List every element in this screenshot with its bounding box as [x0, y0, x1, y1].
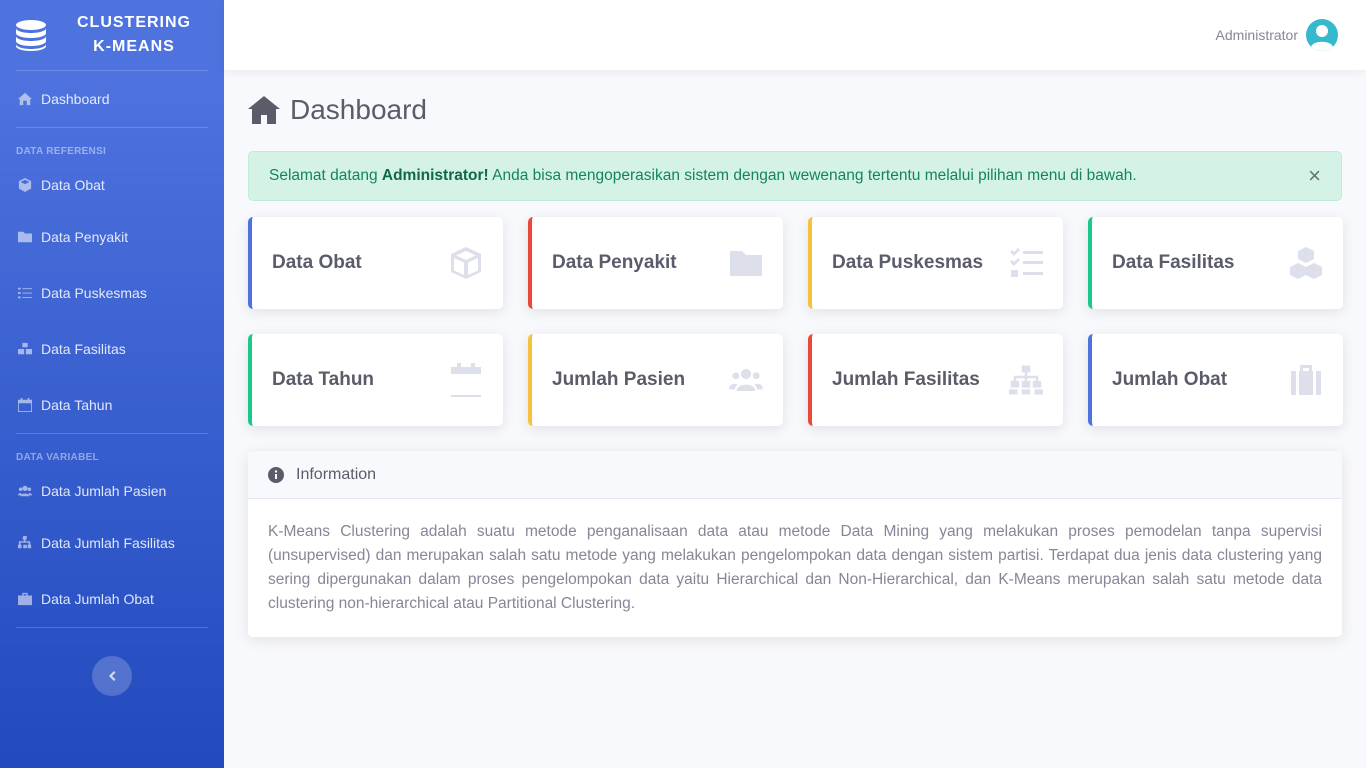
sidebar-item-label: Dashboard	[41, 91, 110, 107]
sidebar-divider	[16, 127, 208, 128]
sidebar-item-data-tahun[interactable]: Data Tahun	[0, 377, 224, 433]
sidebar-divider	[16, 627, 208, 628]
page-title-text: Dashboard	[290, 94, 427, 125]
card-label: Data Obat	[272, 252, 362, 273]
information-body: K-Means Clustering adalah suatu metode p…	[268, 523, 1322, 612]
card-data-tahun[interactable]: Data Tahun	[248, 334, 503, 426]
sidebar-item-label: Data Jumlah Pasien	[41, 483, 167, 499]
sidebar-heading-variabel: DATA VARIABEL	[16, 452, 99, 463]
card-data-fasilitas[interactable]: Data Fasilitas	[1088, 217, 1343, 309]
sidebar-item-label: Data Fasilitas	[41, 341, 126, 357]
card-jumlah-pasien[interactable]: Jumlah Pasien	[528, 334, 783, 426]
card-label: Data Penyakit	[552, 252, 677, 273]
sidebar-item-label: Data Penyakit	[41, 229, 129, 245]
briefcase-icon	[1289, 363, 1323, 397]
cubes-icon	[16, 341, 33, 358]
sidebar-item-label: Data Tahun	[41, 397, 113, 413]
home-icon	[16, 91, 33, 108]
welcome-alert: Selamat datang Administrator! Anda bisa …	[248, 151, 1342, 201]
users-icon	[16, 483, 33, 500]
topbar: Administrator	[224, 0, 1366, 70]
sidebar-item-data-jumlah-fasilitas[interactable]: Data Jumlah Fasilitas	[0, 515, 224, 571]
calendar-icon	[449, 363, 483, 397]
folder-icon	[16, 229, 33, 246]
sitemap-icon	[16, 535, 33, 552]
page-title: Dashboard	[248, 70, 1342, 150]
tasks-icon	[1009, 246, 1043, 280]
brand[interactable]: CLUSTERING K-MEANS	[0, 0, 224, 70]
card-data-obat[interactable]: Data Obat	[248, 217, 503, 309]
sidebar-item-dashboard[interactable]: Dashboard	[0, 71, 224, 127]
card-data-penyakit[interactable]: Data Penyakit	[528, 217, 783, 309]
avatar[interactable]	[1306, 19, 1338, 51]
card-jumlah-fasilitas[interactable]: Jumlah Fasilitas	[808, 334, 1063, 426]
user-icon	[1311, 25, 1333, 51]
sidebar-item-data-fasilitas[interactable]: Data Fasilitas	[0, 321, 224, 377]
sitemap-icon	[1009, 363, 1043, 397]
information-title: Information	[296, 465, 377, 483]
database-icon	[16, 20, 46, 51]
card-label: Data Fasilitas	[1112, 252, 1235, 273]
sidebar-item-data-jumlah-obat[interactable]: Data Jumlah Obat	[0, 571, 224, 627]
card-label: Data Tahun	[272, 369, 375, 390]
sidebar-toggle-button[interactable]	[92, 656, 132, 696]
sidebar-item-data-obat[interactable]: Data Obat	[0, 161, 224, 209]
card-data-puskesmas[interactable]: Data Puskesmas	[808, 217, 1063, 309]
alert-prefix: Selamat datang	[269, 167, 382, 184]
card-jumlah-obat[interactable]: Jumlah Obat	[1088, 334, 1343, 426]
chevron-left-icon	[109, 671, 116, 681]
alert-close-button[interactable]: ×	[1308, 165, 1321, 187]
brand-text: CLUSTERING K-MEANS	[58, 11, 210, 59]
sidebar: CLUSTERING K-MEANS Dashboard DATA REFERE…	[0, 0, 224, 768]
sidebar-item-data-jumlah-pasien[interactable]: Data Jumlah Pasien	[0, 467, 224, 515]
brand-line1: CLUSTERING	[77, 14, 191, 31]
sidebar-item-label: Data Puskesmas	[41, 285, 147, 301]
calendar-icon	[16, 397, 33, 414]
briefcase-icon	[16, 591, 33, 608]
user-name[interactable]: Administrator	[1216, 27, 1298, 43]
card-label: Data Puskesmas	[832, 252, 984, 273]
users-icon	[729, 363, 763, 397]
card-label: Jumlah Obat	[1112, 369, 1228, 390]
sidebar-item-label: Data Jumlah Fasilitas	[41, 535, 175, 551]
sidebar-divider	[16, 433, 208, 434]
card-label: Jumlah Fasilitas	[832, 369, 980, 390]
tasks-icon	[16, 285, 33, 302]
card-label: Jumlah Pasien	[552, 369, 686, 390]
sidebar-item-data-puskesmas[interactable]: Data Puskesmas	[0, 265, 224, 321]
main-content: Dashboard Selamat datang Administrator! …	[248, 70, 1343, 637]
folder-icon	[729, 246, 763, 280]
home-icon	[248, 96, 280, 124]
brand-line2: K-MEANS	[93, 38, 175, 55]
card-grid: Data Obat Data Penyakit Data Puskesmas D…	[248, 217, 1343, 426]
alert-name: Administrator!	[381, 167, 489, 184]
sidebar-heading-referensi: DATA REFERENSI	[16, 146, 107, 157]
cubes-icon	[1289, 246, 1323, 280]
info-icon	[268, 466, 284, 483]
sidebar-item-label: Data Jumlah Obat	[41, 591, 154, 607]
information-header: Information	[248, 451, 1342, 499]
alert-suffix: Anda bisa mengoperasikan sistem dengan w…	[488, 167, 1137, 184]
information-card: Information K-Means Clustering adalah su…	[248, 451, 1342, 637]
cube-icon	[449, 246, 483, 280]
sidebar-item-data-penyakit[interactable]: Data Penyakit	[0, 209, 224, 265]
sidebar-item-label: Data Obat	[41, 177, 105, 193]
cube-icon	[16, 177, 33, 194]
